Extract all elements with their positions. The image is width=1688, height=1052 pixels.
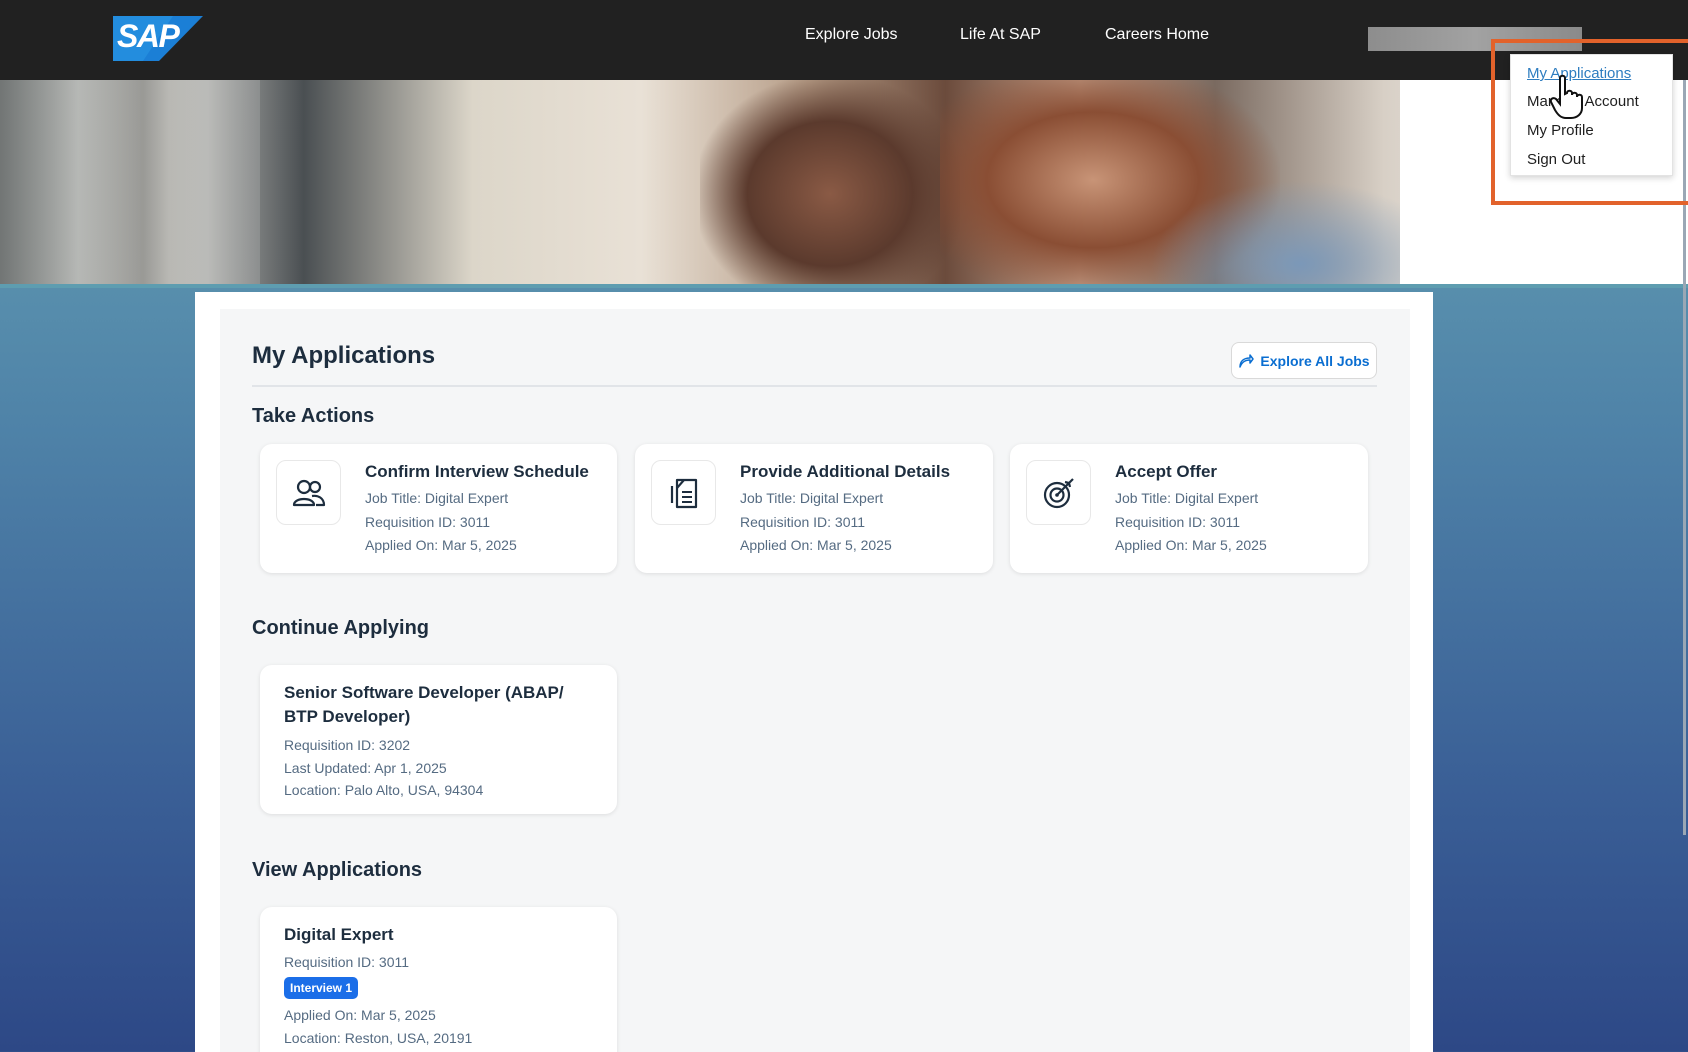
card-applied-on: Applied On: Mar 5, 2025 [740,537,892,553]
section-title-take-actions: Take Actions [252,405,375,427]
section-title-continue-applying: Continue Applying [252,617,430,639]
sap-logo-text: SAP [117,18,180,54]
nav-careers-home[interactable]: Careers Home [1105,26,1209,44]
card-applied-on: Applied On: Mar 5, 2025 [284,1007,436,1023]
continue-application-card[interactable]: Senior Software Developer (ABAP/ BTP Dev… [260,665,617,814]
page-title: My Applications [252,342,436,369]
icon-box [276,460,341,525]
card-requisition-id: Requisition ID: 3011 [284,954,410,970]
hand-cursor-icon [1550,74,1583,119]
action-card-confirm-interview[interactable]: Confirm Interview Schedule Job Title: Di… [260,444,617,573]
card-requisition-id: Requisition ID: 3202 [284,737,411,753]
status-badge: Interview 1 [284,977,359,999]
card-title: Provide Additional Details [740,462,951,481]
card-job-title: Job Title: Digital Expert [365,490,509,506]
icon-box [1026,460,1091,525]
card-applied-on: Applied On: Mar 5, 2025 [365,537,517,553]
explore-all-jobs-button[interactable]: Explore All Jobs [1231,342,1377,379]
people-icon [292,479,325,506]
menu-highlight-box [1491,39,1688,205]
card-requisition-id: Requisition ID: 3011 [740,514,866,530]
card-title: Accept Offer [1115,462,1218,481]
card-title: Senior Software Developer (ABAP/ BTP Dev… [284,683,564,726]
hero-divider [0,284,1688,288]
action-card-additional-details[interactable]: Provide Additional Details Job Title: Di… [635,444,993,573]
card-job-title: Job Title: Digital Expert [740,490,884,506]
card-last-updated: Last Updated: Apr 1, 2025 [284,760,447,776]
title-divider [252,385,1377,387]
document-icon [670,478,697,508]
icon-box [651,460,716,525]
card-requisition-id: Requisition ID: 3011 [1115,514,1241,530]
nav-life-at-sap[interactable]: Life At SAP [960,26,1041,44]
card-location: Location: Reston, USA, 20191 [284,1030,473,1046]
card-requisition-id: Requisition ID: 3011 [365,514,491,530]
top-navigation-bar: SAP Explore Jobs Life At SAP Careers Hom… [0,0,1688,80]
card-title: Confirm Interview Schedule [365,462,589,481]
application-card[interactable]: Digital Expert Requisition ID: 3011 Inte… [260,907,617,1052]
card-location: Location: Palo Alto, USA, 94304 [284,782,484,798]
nav-explore-jobs[interactable]: Explore Jobs [805,26,898,44]
action-card-accept-offer[interactable]: Accept Offer Job Title: Digital Expert R… [1010,444,1368,573]
hero-image [0,80,1688,287]
card-title: Digital Expert [284,925,394,944]
card-applied-on: Applied On: Mar 5, 2025 [1115,537,1267,553]
section-title-view-applications: View Applications [252,859,423,881]
target-icon [1043,477,1074,508]
card-job-title: Job Title: Digital Expert [1115,490,1259,506]
explore-all-jobs-label: Explore All Jobs [1260,352,1370,369]
share-arrow-icon [1239,353,1255,368]
